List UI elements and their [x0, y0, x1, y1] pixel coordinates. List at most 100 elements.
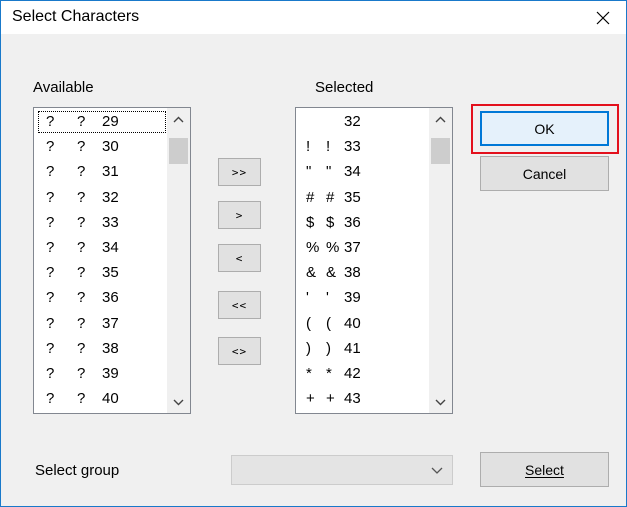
add-button[interactable]: >: [218, 201, 261, 229]
char-code: 38: [102, 339, 119, 357]
list-item[interactable]: ((40: [296, 315, 426, 339]
list-item[interactable]: ?? 33: [34, 214, 164, 238]
select-button-label: Select: [525, 461, 564, 478]
char-glyph: ?: [77, 365, 86, 382]
chevron-down-icon: [435, 399, 446, 405]
char-glyph: #: [306, 188, 315, 206]
title-bar: Select Characters: [1, 1, 626, 34]
char-code: 39: [344, 289, 361, 307]
scroll-thumb[interactable]: [169, 138, 188, 164]
list-item[interactable]: * * 42: [296, 365, 426, 389]
char-glyph: ?: [46, 213, 55, 231]
char-glyph: !: [306, 138, 311, 156]
list-item[interactable]: ?? 34: [34, 239, 164, 263]
char-code: 37: [102, 314, 119, 332]
char-code: 39: [102, 365, 119, 382]
char-glyph: ": [326, 163, 332, 181]
char-glyph: *: [306, 365, 312, 382]
available-scrollbar[interactable]: [167, 108, 190, 413]
char-glyph: !: [326, 138, 331, 156]
char-code: 32: [102, 188, 119, 206]
char-glyph: +: [306, 390, 315, 408]
list-item[interactable]: $ $36: [296, 214, 426, 238]
chevron-down-icon: [431, 467, 443, 474]
remove-all-button[interactable]: <<: [218, 291, 261, 319]
char-code: 34: [102, 239, 119, 256]
char-code: 38: [344, 264, 361, 282]
list-item[interactable]: ?? 30: [34, 138, 164, 162]
list-item[interactable]: ?? 39: [34, 365, 164, 389]
list-item[interactable]: + +43: [296, 390, 426, 413]
char-glyph: ': [306, 289, 309, 307]
list-item[interactable]: " " 34: [296, 163, 426, 187]
char-glyph: ?: [77, 339, 86, 357]
close-button[interactable]: [580, 1, 626, 34]
char-code: 36: [344, 213, 361, 231]
remove-button[interactable]: <: [218, 244, 261, 272]
char-glyph: ?: [77, 138, 86, 156]
swap-button[interactable]: <>: [218, 337, 261, 365]
char-glyph: &: [306, 264, 317, 282]
list-item[interactable]: ?? 37: [34, 315, 164, 339]
chevron-up-icon: [435, 116, 446, 122]
char-code: 32: [344, 113, 361, 130]
char-code: 33: [344, 138, 361, 156]
scroll-thumb[interactable]: [431, 138, 450, 164]
char-glyph: %: [326, 239, 340, 256]
char-glyph: %: [306, 239, 320, 256]
scroll-up-button[interactable]: [429, 110, 452, 128]
list-item[interactable]: # #35: [296, 189, 426, 213]
char-code: 40: [344, 314, 361, 332]
list-item[interactable]: )) 41: [296, 340, 426, 364]
list-item[interactable]: ' ' 39: [296, 289, 426, 313]
list-item[interactable]: !! 33: [296, 138, 426, 162]
scroll-up-button[interactable]: [167, 110, 190, 128]
list-item[interactable]: %% 37: [296, 239, 426, 263]
focus-rectangle: [38, 111, 166, 133]
ok-button[interactable]: OK: [480, 111, 609, 146]
char-glyph: ?: [46, 188, 55, 206]
group-combobox[interactable]: [231, 455, 453, 485]
list-item[interactable]: ?? 31: [34, 163, 164, 187]
add-all-button[interactable]: >>: [218, 158, 261, 186]
scroll-down-button[interactable]: [167, 393, 190, 411]
char-glyph: ?: [46, 289, 55, 307]
char-glyph: ?: [77, 163, 86, 181]
list-item[interactable]: ?? 40: [34, 390, 164, 413]
chevron-up-icon: [173, 116, 184, 122]
char-glyph: ': [326, 289, 329, 307]
list-item[interactable]: ?? 38: [34, 340, 164, 364]
select-characters-dialog: Select Characters Available Selected ?? 2…: [0, 0, 627, 507]
available-list[interactable]: ?? 29?? 30?? 31?? 32?? 33?? 34?? 35?? 36?? 37?? 38…: [33, 107, 191, 414]
char-code: 30: [102, 138, 119, 156]
char-code: 33: [102, 213, 119, 231]
char-glyph: ?: [46, 138, 55, 156]
char-code: 42: [344, 365, 361, 382]
selected-list[interactable]: 32!! 33 " " 34 # #35 $ $36%% 37 & & 38 ' ' 39((40)) 41 * *…: [295, 107, 453, 414]
char-glyph: ?: [46, 390, 55, 408]
char-code: 40: [102, 390, 119, 408]
char-glyph: ?: [77, 289, 86, 307]
list-item[interactable]: 32: [296, 113, 426, 137]
char-glyph: +: [326, 390, 335, 408]
char-glyph: ?: [46, 339, 55, 357]
char-glyph: *: [326, 365, 332, 382]
list-item[interactable]: & & 38: [296, 264, 426, 288]
char-glyph: $: [326, 213, 335, 231]
available-label: Available: [33, 79, 94, 96]
list-item[interactable]: ?? 36: [34, 289, 164, 313]
select-group-label: Select group: [35, 462, 120, 479]
char-glyph: ?: [46, 163, 55, 181]
list-item[interactable]: ?? 32: [34, 189, 164, 213]
char-glyph: ?: [77, 314, 86, 332]
scroll-down-button[interactable]: [429, 393, 452, 411]
cancel-button[interactable]: Cancel: [480, 156, 609, 191]
char-glyph: ?: [77, 213, 86, 231]
char-code: 31: [102, 163, 119, 181]
char-glyph: (: [306, 314, 311, 332]
char-glyph: ": [306, 163, 312, 181]
selected-scrollbar[interactable]: [429, 108, 452, 413]
select-button[interactable]: Select: [480, 452, 609, 487]
char-glyph: ?: [46, 365, 55, 382]
list-item[interactable]: ?? 35: [34, 264, 164, 288]
